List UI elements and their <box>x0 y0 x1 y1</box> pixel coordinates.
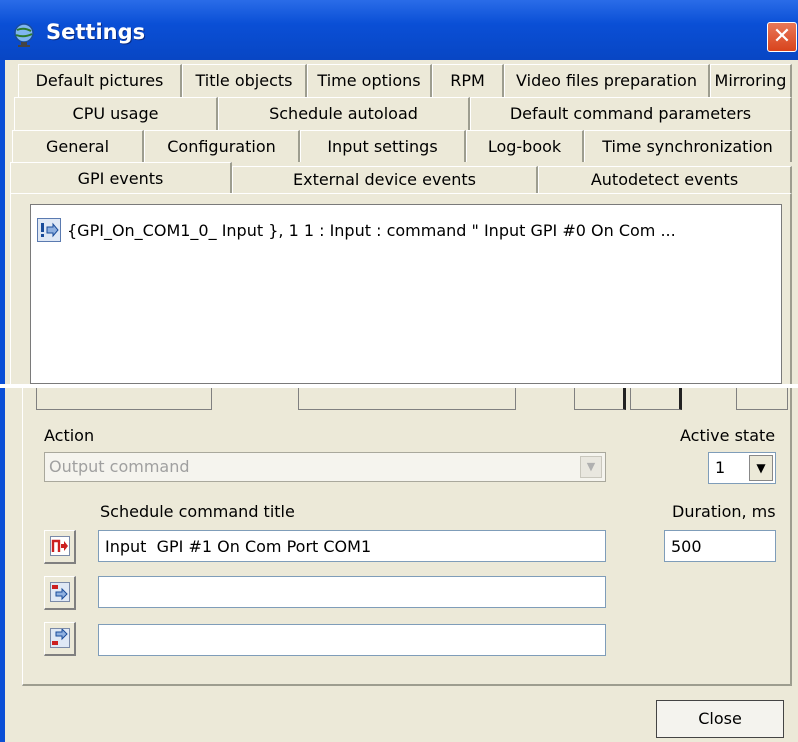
button-stub[interactable] <box>574 388 626 410</box>
active-state-value: 1 <box>715 458 726 477</box>
tab-cpu-usage[interactable]: CPU usage <box>14 97 218 130</box>
event-item-text: {GPI_On_COM1_0_ Input }, 1 1 : Input : c… <box>67 220 676 240</box>
tab-row-2: CPU usage Schedule autoload Default comm… <box>10 97 792 130</box>
tab-row-3: General Configuration Input settings Log… <box>10 130 792 163</box>
active-state-select[interactable]: 1 ▼ <box>708 452 776 484</box>
button-stub[interactable] <box>36 388 212 410</box>
action-label: Action <box>44 426 95 445</box>
pulse-icon <box>50 536 70 556</box>
tab-input-settings[interactable]: Input settings <box>300 130 466 163</box>
button-stub[interactable] <box>630 388 682 410</box>
list-item[interactable]: {GPI_On_COM1_0_ Input }, 1 1 : Input : c… <box>37 217 676 243</box>
chevron-down-icon[interactable]: ▼ <box>580 456 602 478</box>
tab-autodetect-events[interactable]: Autodetect events <box>538 166 792 194</box>
tab-row-4: GPI events External device events Autode… <box>10 162 792 194</box>
pulse-command-button[interactable] <box>44 530 76 564</box>
tab-video-files-preparation[interactable]: Video files preparation <box>504 64 710 97</box>
tab-configuration[interactable]: Configuration <box>144 130 300 163</box>
chevron-down-icon[interactable]: ▼ <box>749 455 773 481</box>
gpi-input-icon <box>37 218 61 242</box>
input-off-icon <box>50 628 70 648</box>
tab-log-book[interactable]: Log-book <box>466 130 584 163</box>
button-stub[interactable] <box>298 388 516 410</box>
duration-input[interactable] <box>664 530 776 562</box>
schedule-command-title-label: Schedule command title <box>100 502 295 521</box>
tab-row-1: Default pictures Title objects Time opti… <box>10 64 792 97</box>
tab-mirroring[interactable]: Mirroring <box>710 64 792 97</box>
schedule-title-input-1[interactable] <box>98 530 606 562</box>
tab-time-synchronization[interactable]: Time synchronization <box>584 130 792 163</box>
tab-general[interactable]: General <box>12 130 144 163</box>
window-close-button[interactable]: ✕ <box>767 22 797 52</box>
app-globe-icon <box>12 22 38 48</box>
close-button[interactable]: Close <box>656 700 784 738</box>
duration-label: Duration, ms <box>672 502 776 521</box>
schedule-title-input-2[interactable] <box>98 576 606 608</box>
tab-default-pictures[interactable]: Default pictures <box>18 64 182 97</box>
action-select-value: Output command <box>49 457 190 476</box>
active-state-label: Active state <box>680 426 776 445</box>
tab-default-command-parameters[interactable]: Default command parameters <box>470 97 792 130</box>
window-frame-left <box>0 60 5 384</box>
tab-external-device-events[interactable]: External device events <box>232 166 538 194</box>
window-frame-left-lower <box>0 388 5 742</box>
schedule-title-input-3[interactable] <box>98 624 606 656</box>
tab-schedule-autoload[interactable]: Schedule autoload <box>218 97 470 130</box>
on-command-button[interactable] <box>44 576 76 610</box>
window-title: Settings <box>46 20 146 44</box>
tab-rpm[interactable]: RPM <box>432 64 504 97</box>
tab-title-objects[interactable]: Title objects <box>182 64 307 97</box>
tab-gpi-events[interactable]: GPI events <box>10 162 232 194</box>
input-on-icon <box>50 582 70 602</box>
event-list[interactable]: {GPI_On_COM1_0_ Input }, 1 1 : Input : c… <box>30 204 782 384</box>
button-stub[interactable] <box>736 388 788 410</box>
action-select[interactable]: Output command ▼ <box>44 452 606 482</box>
tab-time-options[interactable]: Time options <box>307 64 432 97</box>
off-command-button[interactable] <box>44 622 76 656</box>
